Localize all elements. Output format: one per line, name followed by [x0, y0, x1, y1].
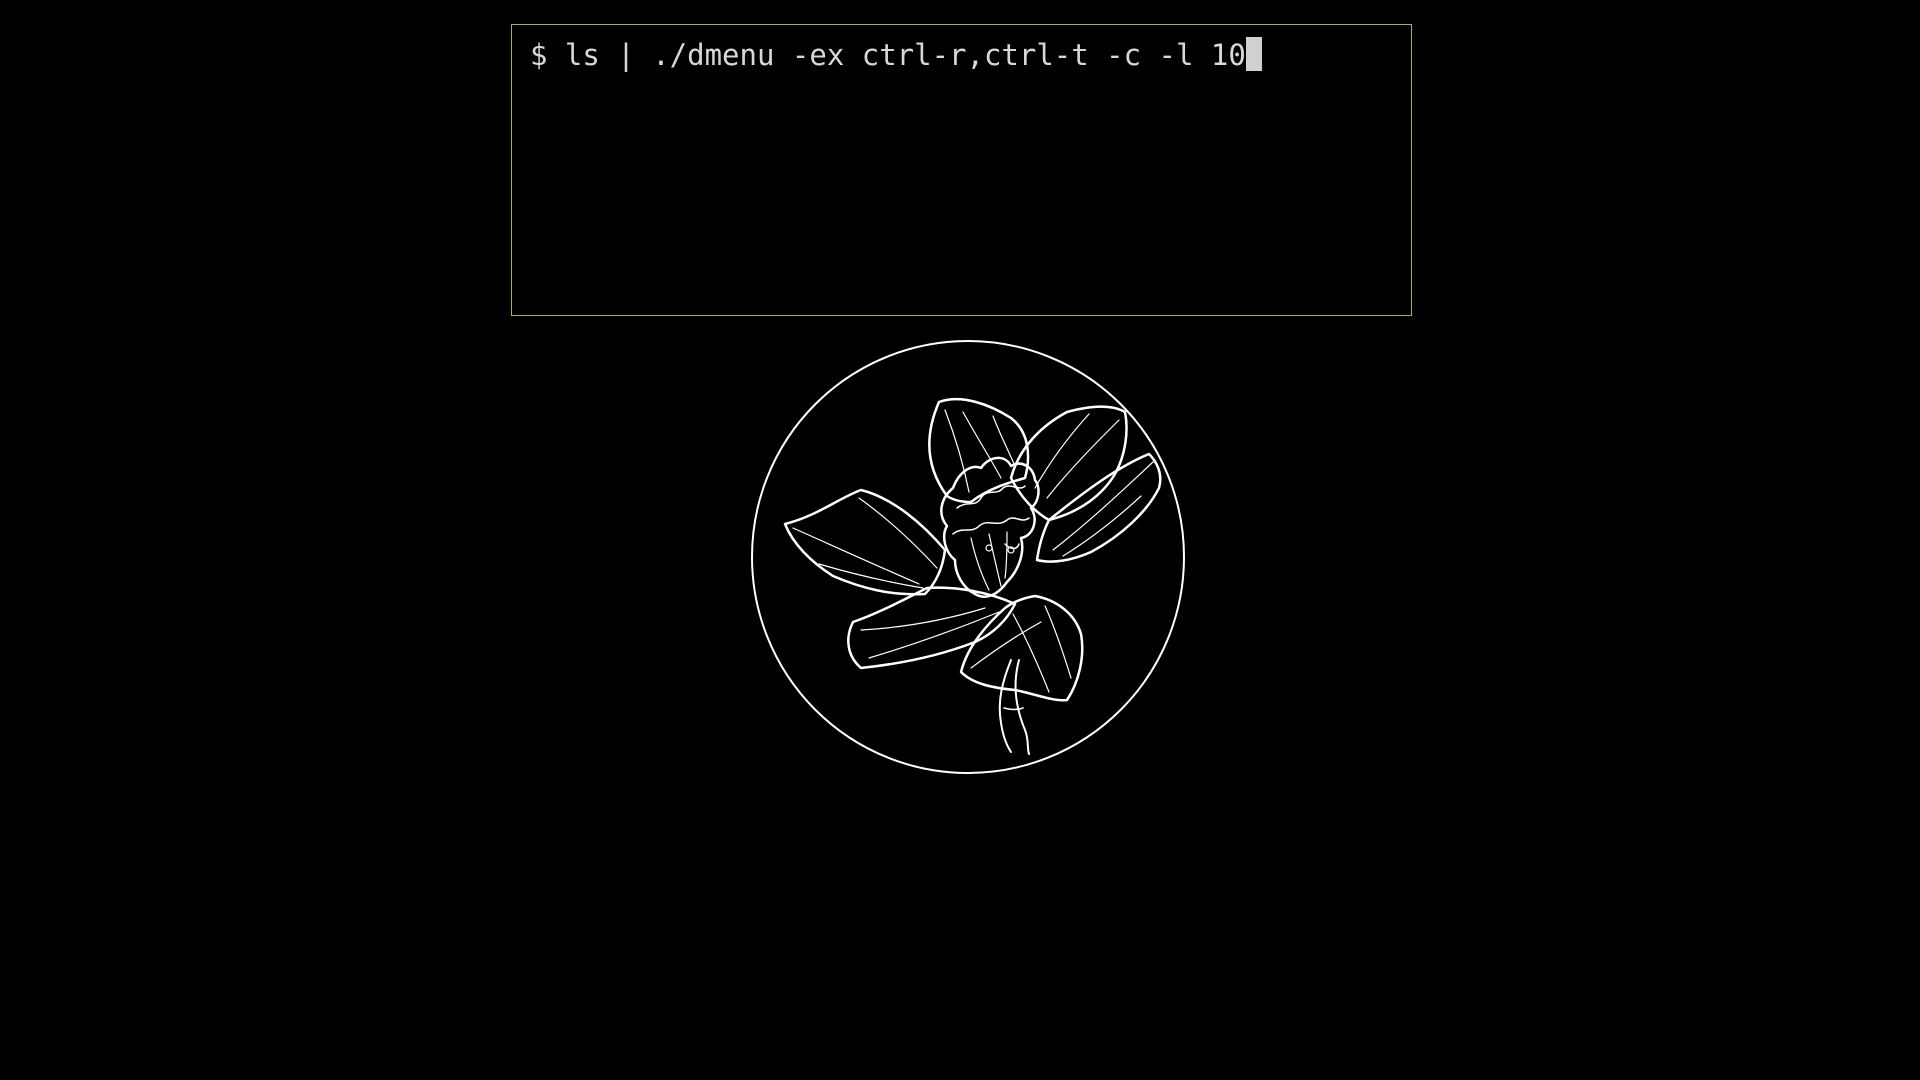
flower-stem — [998, 659, 1012, 753]
petal-bottom-right — [959, 594, 1084, 702]
petal-bottom-left — [847, 586, 1017, 670]
petal-left — [783, 488, 947, 596]
daffodil-flower-icon — [751, 340, 1185, 774]
terminal-command-text: ls | ./dmenu -ex ctrl-r,ctrl-t -c -l 10 — [564, 38, 1246, 72]
text-cursor — [1245, 37, 1262, 71]
terminal-window[interactable]: $ ls | ./dmenu -ex ctrl-r,ctrl-t -c -l 1… — [511, 24, 1412, 316]
terminal-command-line[interactable]: $ ls | ./dmenu -ex ctrl-r,ctrl-t -c -l 1… — [530, 35, 1262, 75]
emblem-circle-frame — [751, 340, 1185, 774]
shell-prompt: $ — [530, 38, 565, 72]
petal-right — [1035, 452, 1162, 563]
desktop: $ ls | ./dmenu -ex ctrl-r,ctrl-t -c -l 1… — [0, 0, 1920, 1080]
